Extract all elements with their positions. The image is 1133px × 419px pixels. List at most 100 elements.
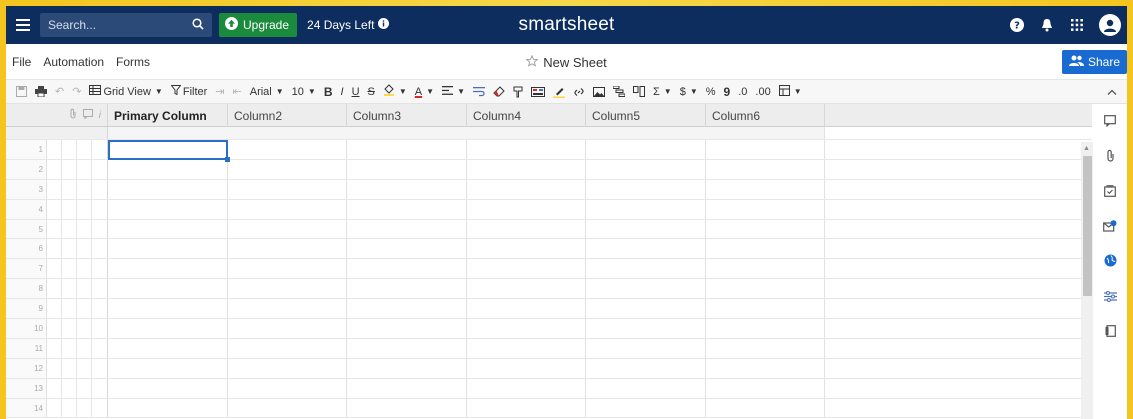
grid-cell[interactable]	[706, 358, 825, 378]
row-number[interactable]: 7	[6, 259, 47, 279]
row-gutter-cell[interactable]	[77, 159, 92, 179]
grid-cell[interactable]	[347, 259, 467, 279]
row-gutter-cell[interactable]	[47, 219, 62, 239]
grid-cell[interactable]	[586, 299, 706, 319]
grid-view-dropdown[interactable]: Grid View ▼	[85, 81, 166, 103]
row-gutter-cell[interactable]	[77, 319, 92, 338]
row-gutter-cell[interactable]	[62, 159, 77, 179]
row-gutter-cell[interactable]	[62, 199, 77, 219]
row-gutter-cell[interactable]	[92, 398, 108, 418]
notifications-bell-icon[interactable]	[1039, 17, 1055, 33]
row-gutter-cell[interactable]	[92, 219, 108, 239]
row-gutter-cell[interactable]	[77, 378, 92, 398]
grid-cell[interactable]	[467, 338, 586, 358]
menu-file[interactable]: File	[6, 55, 37, 69]
grid-cell[interactable]	[108, 378, 228, 398]
grid-cell[interactable]	[467, 159, 586, 179]
grid-cell[interactable]	[467, 358, 586, 378]
grid-cell[interactable]	[706, 338, 825, 358]
print-icon[interactable]	[31, 81, 51, 103]
percent-button[interactable]: %	[702, 81, 720, 103]
row-gutter-cell[interactable]	[92, 378, 108, 398]
upgrade-button[interactable]: Upgrade	[219, 13, 298, 37]
scrollbar-thumb[interactable]	[1083, 156, 1092, 296]
info-icon[interactable]	[378, 18, 390, 32]
grid-cell[interactable]	[586, 319, 706, 338]
decrease-decimal-button[interactable]: .0	[734, 81, 751, 103]
row-gutter-cell[interactable]	[77, 279, 92, 299]
row-gutter-cell[interactable]	[47, 398, 62, 418]
grid-cell[interactable]	[228, 398, 347, 418]
row-gutter-cell[interactable]	[47, 159, 62, 179]
grid-cell[interactable]	[228, 299, 347, 319]
column-header-3[interactable]: Column3	[347, 104, 467, 127]
row-number[interactable]: 1	[6, 140, 47, 159]
grid-cell[interactable]	[108, 179, 228, 199]
undo-icon[interactable]: ↶	[51, 81, 68, 103]
highlighter-icon[interactable]	[549, 81, 569, 103]
table-row[interactable]: 10	[6, 319, 1092, 339]
row-gutter-cell[interactable]	[62, 398, 77, 418]
row-gutter-cell[interactable]	[47, 179, 62, 199]
column-header-5[interactable]: Column5	[586, 104, 706, 127]
grid-cell[interactable]	[586, 239, 706, 259]
column-header-6[interactable]: Column6	[706, 104, 825, 127]
grid-cell[interactable]	[228, 358, 347, 378]
row-gutter-cell[interactable]	[62, 279, 77, 299]
grid-cell[interactable]	[706, 199, 825, 219]
underline-button[interactable]: U	[348, 81, 364, 103]
row-gutter-cell[interactable]	[62, 358, 77, 378]
row-gutter-cell[interactable]	[47, 358, 62, 378]
row-number[interactable]: 4	[6, 199, 47, 219]
row-number[interactable]: 8	[6, 279, 47, 299]
row-gutter-cell[interactable]	[62, 239, 77, 259]
sum-dropdown[interactable]: Σ ▼	[649, 81, 676, 103]
grid-cell[interactable]	[586, 358, 706, 378]
grid-cell[interactable]	[108, 219, 228, 239]
grid-cell[interactable]	[347, 159, 467, 179]
grid-cell[interactable]	[706, 398, 825, 418]
table-row[interactable]: 9	[6, 299, 1092, 320]
grid-cell[interactable]	[108, 338, 228, 358]
row-gutter-cell[interactable]	[62, 259, 77, 279]
row-number[interactable]: 13	[6, 378, 47, 398]
row-gutter-cell[interactable]	[47, 140, 62, 159]
grid-cell[interactable]	[108, 199, 228, 219]
menu-forms[interactable]: Forms	[110, 55, 156, 69]
grid-cell[interactable]	[586, 140, 706, 159]
gantt-icon[interactable]	[609, 81, 629, 103]
row-gutter-cell[interactable]	[77, 299, 92, 319]
table-row[interactable]: 2	[6, 159, 1092, 180]
row-gutter-cell[interactable]	[92, 179, 108, 199]
grid-cell[interactable]	[108, 358, 228, 378]
grid-cell[interactable]	[108, 279, 228, 299]
grid-cell[interactable]	[467, 239, 586, 259]
apps-grid-icon[interactable]	[1069, 17, 1085, 33]
comments-panel-icon[interactable]	[1104, 114, 1116, 132]
outdent-icon[interactable]: ⇤	[229, 81, 246, 103]
hyperlink-icon[interactable]	[569, 81, 589, 103]
row-number[interactable]: 9	[6, 299, 47, 319]
grid-cell[interactable]	[706, 378, 825, 398]
table-row[interactable]: 3	[6, 179, 1092, 200]
update-requests-panel-icon[interactable]	[1103, 219, 1117, 237]
table-row[interactable]: 13	[6, 378, 1092, 399]
grid-cell[interactable]	[467, 179, 586, 199]
font-size-dropdown[interactable]: 10 ▼	[288, 81, 320, 103]
sheet-title[interactable]: New Sheet	[543, 55, 607, 70]
text-color-button[interactable]: A ▼	[411, 81, 438, 103]
row-gutter-cell[interactable]	[47, 299, 62, 319]
column-format-dropdown[interactable]: ▼	[775, 81, 806, 103]
grid-cell[interactable]	[467, 378, 586, 398]
grid-cell[interactable]	[586, 378, 706, 398]
row-gutter-cell[interactable]	[62, 179, 77, 199]
grid-cell[interactable]	[467, 299, 586, 319]
grid-cell[interactable]	[108, 319, 228, 338]
attachments-panel-icon[interactable]	[1106, 149, 1115, 167]
row-gutter-cell[interactable]	[77, 179, 92, 199]
summary-panel-icon[interactable]	[1105, 324, 1116, 342]
grid-cell[interactable]	[108, 159, 228, 179]
indent-icon[interactable]: ⇥	[211, 81, 228, 103]
row-number[interactable]: 12	[6, 358, 47, 378]
publish-panel-icon[interactable]	[1104, 254, 1117, 272]
